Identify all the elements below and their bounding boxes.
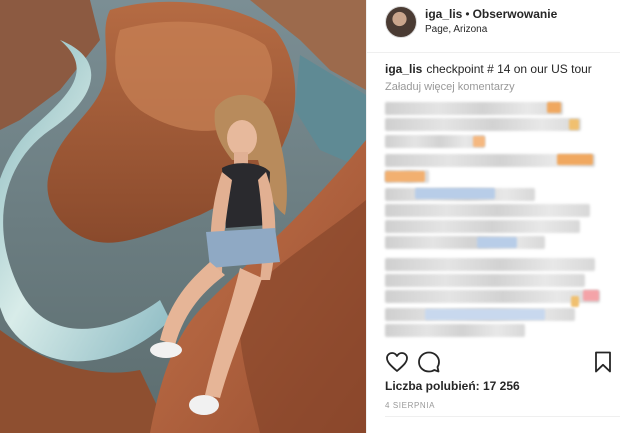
username-link[interactable]: iga_lis (425, 7, 462, 21)
blurred-comment-line (385, 290, 600, 303)
blurred-comment-line (385, 274, 585, 287)
blurred-mention (425, 309, 545, 320)
heart-icon[interactable] (385, 350, 409, 374)
likes-count[interactable]: Liczba polubień: 17 256 (385, 379, 520, 393)
blurred-emoji (473, 136, 485, 147)
blurred-comment-line (385, 204, 590, 217)
post-side-panel: iga_lis • Obserwowanie Page, Arizona iga_l… (366, 0, 620, 433)
blurred-mention (415, 188, 495, 199)
blurred-comment-line (385, 102, 563, 115)
blurred-emoji (583, 290, 599, 301)
blurred-comment-line (385, 258, 595, 271)
caption-text: checkpoint # 14 on our US tour (426, 62, 592, 76)
post-photo[interactable] (0, 0, 366, 433)
post-header: iga_lis • Obserwowanie Page, Arizona (367, 0, 620, 53)
blurred-mention (477, 237, 517, 248)
divider (385, 416, 620, 417)
comment-icon[interactable] (417, 350, 441, 374)
post-caption: iga_lis checkpoint # 14 on our US tour (385, 62, 615, 76)
blurred-comment-line (385, 135, 485, 148)
blurred-comment-line (385, 236, 545, 249)
avatar[interactable] (385, 6, 417, 38)
separator-dot: • (465, 7, 470, 21)
blurred-emoji (547, 102, 561, 113)
blurred-emoji (557, 154, 593, 165)
blurred-emoji (385, 171, 425, 182)
follow-status-button[interactable]: Obserwowanie (473, 7, 558, 21)
post-date[interactable]: 4 SIERPNIA (385, 401, 435, 410)
bookmark-icon[interactable] (591, 350, 615, 374)
blurred-emoji (569, 119, 579, 130)
blurred-emoji (571, 296, 579, 307)
blurred-comment-line (385, 324, 525, 337)
caption-username-link[interactable]: iga_lis (385, 62, 422, 76)
blurred-comment-line (385, 118, 581, 131)
location-link[interactable]: Page, Arizona (425, 24, 487, 35)
load-more-comments-button[interactable]: Załaduj więcej komentarzy (385, 81, 515, 93)
post-actions (367, 350, 620, 378)
photo-canyon-image (0, 0, 366, 433)
pixelated-comments (385, 100, 605, 337)
blurred-comment-line (385, 220, 580, 233)
user-line: iga_lis • Obserwowanie (425, 7, 557, 21)
